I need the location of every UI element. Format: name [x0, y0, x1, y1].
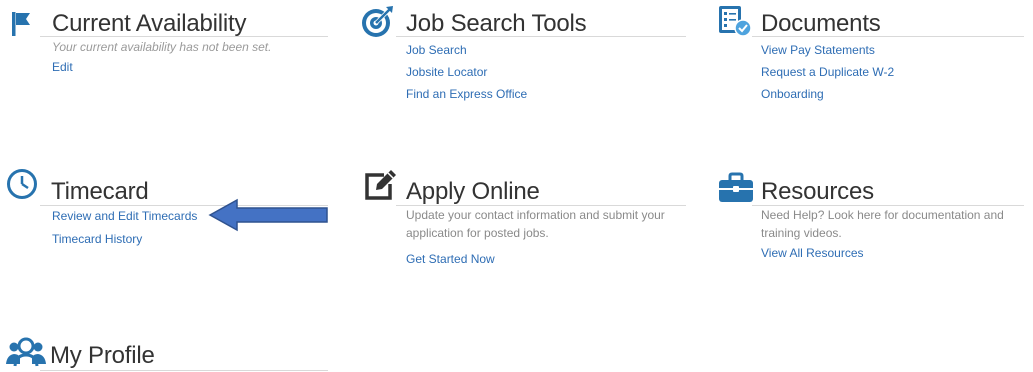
- target-icon: [362, 6, 393, 37]
- resources-description-line-2: training videos.: [761, 226, 842, 240]
- arrow-left-icon: [208, 198, 328, 232]
- edit-availability-link[interactable]: Edit: [52, 60, 73, 74]
- apply-description-line-1: Update your contact information and subm…: [406, 208, 665, 222]
- divider: [40, 370, 328, 371]
- tile-title: Documents: [761, 10, 881, 37]
- jobsite-locator-link[interactable]: Jobsite Locator: [406, 65, 487, 79]
- request-duplicate-w2-link[interactable]: Request a Duplicate W-2: [761, 65, 894, 79]
- find-express-office-link[interactable]: Find an Express Office: [406, 87, 527, 101]
- divider: [396, 36, 686, 37]
- apply-description-line-2: application for posted jobs.: [406, 226, 549, 240]
- document-check-icon: [719, 6, 752, 37]
- tile-title: Job Search Tools: [406, 10, 587, 37]
- view-pay-statements-link[interactable]: View Pay Statements: [761, 43, 875, 57]
- resources-description-line-1: Need Help? Look here for documentation a…: [761, 208, 1004, 222]
- onboarding-link[interactable]: Onboarding: [761, 87, 824, 101]
- edit-icon: [365, 170, 396, 200]
- availability-note: Your current availability has not been s…: [52, 40, 272, 54]
- tile-title: Timecard: [51, 178, 149, 205]
- view-all-resources-link[interactable]: View All Resources: [761, 246, 864, 260]
- divider: [752, 36, 1024, 37]
- briefcase-icon: [719, 172, 753, 202]
- job-search-link[interactable]: Job Search: [406, 43, 467, 57]
- review-edit-timecards-link[interactable]: Review and Edit Timecards: [52, 209, 197, 223]
- tile-title: Apply Online: [406, 178, 540, 205]
- tile-title: Current Availability: [52, 10, 247, 37]
- tile-title: Resources: [761, 178, 874, 205]
- clock-icon: [7, 169, 37, 199]
- flag-icon: [12, 12, 30, 36]
- divider: [40, 36, 328, 37]
- tile-title: My Profile: [50, 342, 155, 369]
- get-started-now-link[interactable]: Get Started Now: [406, 252, 495, 266]
- timecard-history-link[interactable]: Timecard History: [52, 232, 142, 246]
- users-icon: [6, 337, 46, 367]
